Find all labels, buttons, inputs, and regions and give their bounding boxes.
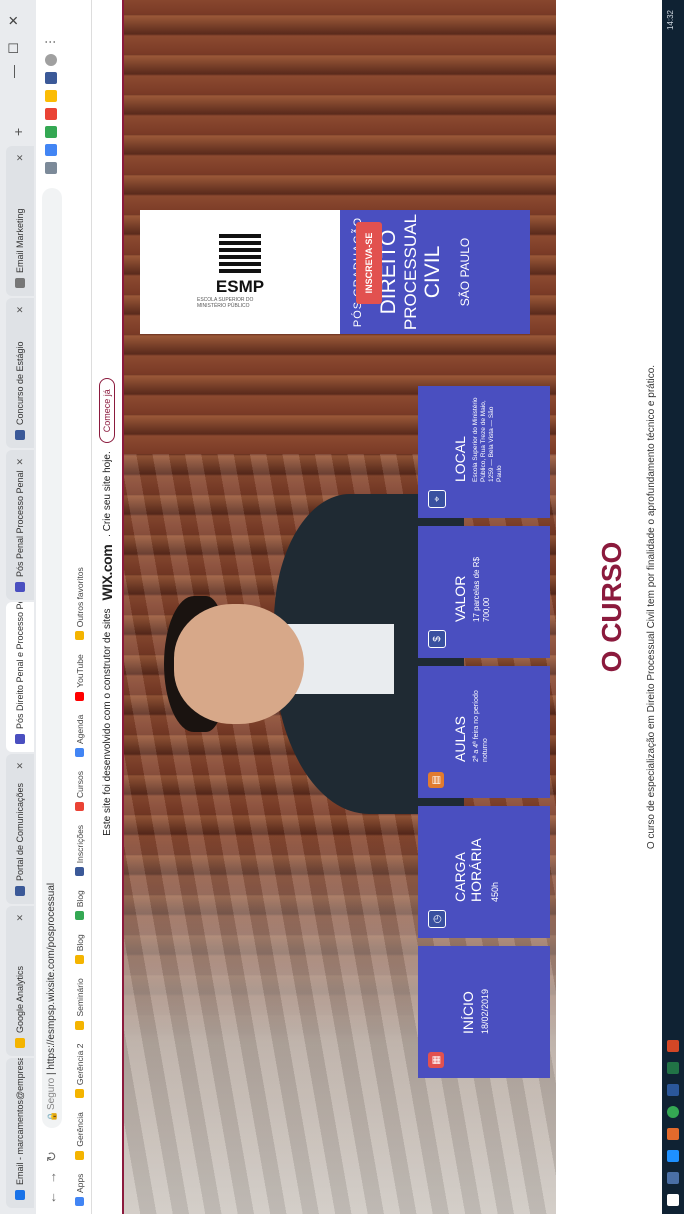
hero-banner: ESMP ESCOLA SUPERIOR DO MINISTÉRIO PÚBLI… (124, 0, 556, 1214)
card-aulas: ▤ AULAS 2ª a 4ª feira no período noturno (418, 666, 550, 798)
wix-logo[interactable]: WIX.com (99, 545, 115, 601)
system-clock[interactable]: 14:32 (666, 10, 675, 30)
tab-email[interactable]: Email - marcamentos@empresa ✕ (6, 1058, 34, 1208)
powerpoint-icon[interactable] (667, 1040, 679, 1052)
card-local: ⌖ LOCAL Escola Superior do Ministério Pú… (418, 386, 550, 518)
tab-portal[interactable]: Portal de Comunicações ✕ (6, 754, 34, 904)
facebook-icon (75, 867, 84, 877)
close-tab-icon[interactable]: ✕ (15, 762, 26, 770)
close-window-button[interactable]: ✕ (6, 15, 22, 26)
bookmarks-bar: Apps Gerência Gerência 2 Seminário Blog … (68, 0, 92, 1214)
bookmark-item[interactable]: Gerência (75, 1112, 85, 1160)
star-icon[interactable] (45, 162, 57, 174)
youtube-icon (75, 691, 84, 701)
wix-notice-bar: Este site foi desenvolvido com o constru… (92, 0, 124, 1214)
city-label: SÃO PAULO (458, 237, 472, 307)
close-tab-icon[interactable]: ✕ (15, 154, 26, 162)
title-line-2: PROCESSUAL (401, 213, 420, 331)
chrome-icon[interactable] (667, 1106, 679, 1118)
folder-icon (75, 631, 84, 641)
title-line-3: CIVIL (421, 245, 444, 299)
analytics-icon (15, 1038, 25, 1048)
card-inicio: ▦ INÍCIO 18/02/2019 (418, 946, 550, 1078)
esmp-logo: ESMP ESCOLA SUPERIOR DO MINISTÉRIO PÚBLI… (197, 231, 283, 311)
site-icon (15, 886, 25, 896)
screen-rotated: Email - marcamentos@empresa ✕ Google Ana… (0, 0, 684, 1214)
card-valor: $ VALOR 17 parcelas de R$ 700,00 (418, 526, 550, 658)
bookmark-item[interactable]: Inscrições (75, 825, 85, 877)
apps-icon (75, 1197, 84, 1206)
bookmark-item[interactable]: Blog (75, 890, 85, 921)
extension-icon[interactable] (45, 144, 57, 156)
folder-icon (75, 1089, 84, 1099)
back-icon[interactable]: ← (44, 1191, 59, 1204)
extension-icon[interactable] (45, 72, 57, 84)
extension-icon[interactable] (45, 126, 57, 138)
location-pin-icon: ⌖ (428, 490, 446, 508)
app-icon[interactable] (667, 1172, 679, 1184)
section-text: O curso de especialização em Direito Pro… (646, 364, 657, 850)
word-icon[interactable] (667, 1084, 679, 1096)
register-button[interactable]: INSCREVA-SE (356, 222, 382, 304)
bookmark-item[interactable]: Seminário (75, 978, 85, 1030)
close-tab-icon[interactable]: ✕ (15, 914, 26, 922)
site-icon (75, 801, 84, 811)
tab-bar: Email - marcamentos@empresa ✕ Google Ana… (0, 0, 37, 1214)
bookmark-item[interactable]: Cursos (75, 771, 85, 811)
folder-icon (75, 955, 84, 965)
bookmark-item[interactable]: Blog (75, 934, 85, 965)
start-icon[interactable] (667, 1194, 679, 1206)
bookmark-item[interactable]: Agenda (75, 715, 85, 758)
url-field[interactable]: 🔒 Seguro | https://esmpsp.wixsite.com/po… (42, 188, 62, 1128)
app-icon[interactable] (667, 1128, 679, 1140)
os-taskbar: 14:32 (662, 0, 684, 1214)
bookmark-item[interactable]: YouTube (75, 654, 85, 701)
extensions-area: ⋮ (43, 36, 57, 174)
minimize-button[interactable]: — (6, 65, 21, 78)
book-icon: ▤ (428, 772, 444, 788)
tab-penal[interactable]: Pós Penal Processo Penal ✕ (6, 450, 34, 600)
close-tab-icon[interactable]: ✕ (15, 306, 26, 314)
mail-icon (15, 1190, 25, 1200)
folder-icon (75, 1150, 84, 1160)
tab-analytics[interactable]: Google Analytics ✕ (6, 906, 34, 1056)
calendar-icon (75, 748, 84, 758)
site-icon (15, 430, 25, 440)
extension-icon[interactable] (45, 108, 57, 120)
money-icon: $ (428, 630, 446, 648)
bookmark-item[interactable]: Gerência 2 (75, 1044, 85, 1099)
reload-icon[interactable]: ↻ (44, 1151, 60, 1162)
bookmark-item[interactable]: Outros favoritos (75, 567, 85, 641)
tab-active[interactable]: Pós Direito Penal e Processo Penal ✕ (6, 602, 34, 752)
site-icon (15, 734, 25, 744)
forward-icon[interactable]: → (44, 1171, 59, 1184)
maximize-button[interactable]: ☐ (6, 42, 22, 54)
profile-avatar[interactable] (45, 54, 57, 66)
excel-icon[interactable] (667, 1062, 679, 1074)
doc-icon (15, 278, 25, 288)
tab-concurso[interactable]: Concurso de Estágio ✕ (6, 298, 34, 448)
new-tab-button[interactable]: + (10, 128, 26, 136)
bookmark-item[interactable]: Apps (75, 1174, 85, 1206)
calendar-icon: ▦ (428, 1052, 444, 1068)
lock-icon: 🔒 (47, 1110, 57, 1122)
section-title: O CURSO (596, 541, 627, 673)
start-now-button[interactable]: Comece já (99, 378, 115, 444)
menu-icon[interactable]: ⋮ (43, 36, 57, 48)
card-carga-horaria: ◷ CARGA HORÁRIA 450h (418, 806, 550, 938)
site-icon (15, 582, 25, 592)
app-icon[interactable] (667, 1150, 679, 1162)
clock-icon: ◷ (428, 910, 446, 928)
sheet-icon (75, 911, 84, 921)
address-bar-row: ← → ↻ 🔒 Seguro | https://esmpsp.wixsite.… (36, 0, 69, 1214)
close-tab-icon[interactable]: ✕ (15, 458, 26, 466)
folder-icon (75, 1020, 84, 1030)
extension-icon[interactable] (45, 90, 57, 102)
logo-box: ESMP ESCOLA SUPERIOR DO MINISTÉRIO PÚBLI… (140, 210, 340, 334)
tab-email-marketing[interactable]: Email Marketing ✕ (6, 146, 34, 296)
